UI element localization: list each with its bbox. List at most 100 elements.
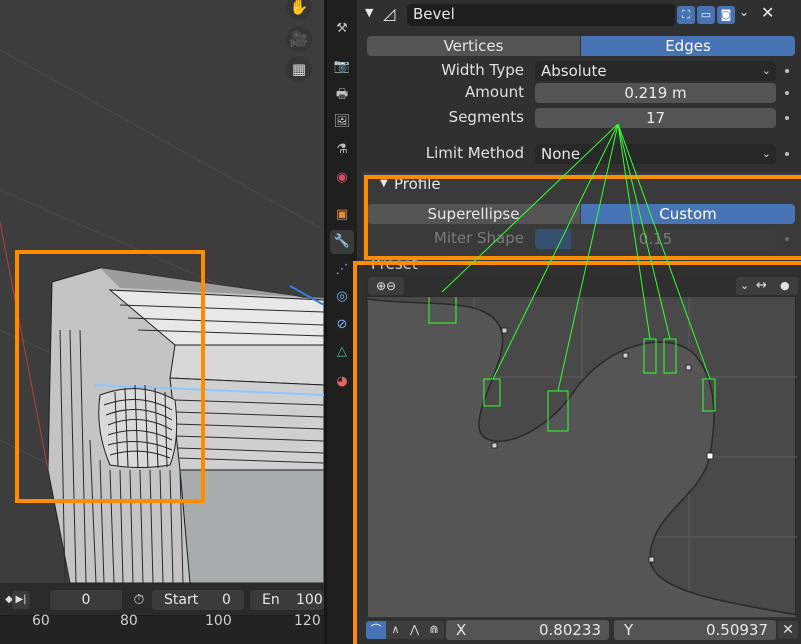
- render-tab-icon[interactable]: 📷: [330, 55, 354, 79]
- current-frame-field[interactable]: 0: [50, 590, 122, 610]
- x-value: 0.80233: [538, 621, 601, 639]
- limit-method-dropdown[interactable]: None ⌄: [535, 144, 776, 164]
- view-layer-tab-icon[interactable]: 🖼: [330, 110, 354, 134]
- miter-shape-fill: [535, 229, 572, 249]
- modifier-tab-icon[interactable]: 🔧: [330, 230, 354, 254]
- delete-point-icon[interactable]: ✕: [778, 621, 798, 639]
- preset-label[interactable]: Preset: [371, 255, 418, 273]
- width-type-label: Width Type: [441, 61, 524, 79]
- particles-tab-icon[interactable]: ⋰: [330, 258, 354, 282]
- jump-end-icon[interactable]: ▶|: [12, 591, 30, 609]
- object-tab-icon[interactable]: ▣: [330, 203, 354, 227]
- collapse-arrow-icon[interactable]: ▼: [365, 6, 373, 19]
- frame-number: 60: [32, 613, 50, 629]
- animate-property-icon[interactable]: [785, 91, 789, 95]
- start-label: Start: [164, 592, 199, 608]
- custom-button[interactable]: Custom: [581, 204, 795, 224]
- start-value: 0: [222, 592, 231, 608]
- curve-toolbar: ⊕⊖ ⌄ ↔ ●: [366, 275, 798, 297]
- chevron-down-icon[interactable]: ⌄: [739, 5, 749, 19]
- viewport-scene: [0, 49, 324, 583]
- control-point: [648, 556, 655, 563]
- zoom-out-icon[interactable]: ⊖: [386, 279, 396, 293]
- edit-mode-icon[interactable]: ⛶: [677, 6, 695, 24]
- animate-property-icon[interactable]: [785, 69, 789, 73]
- start-frame-field[interactable]: Start 0: [152, 590, 244, 610]
- control-point: [622, 352, 629, 359]
- modifier-name-field[interactable]: Bevel: [407, 4, 675, 26]
- frame-number: 80: [120, 613, 138, 629]
- frame-number: 120: [294, 613, 321, 629]
- animate-property-icon[interactable]: [785, 116, 789, 120]
- chevron-down-icon: ⌄: [761, 147, 771, 160]
- modifier-name: Bevel: [413, 5, 455, 23]
- end-frame-field[interactable]: En 100: [250, 590, 324, 610]
- miter-shape-value: 0.15: [638, 230, 673, 248]
- modifier-header: ▼ ◿ Bevel ⛶ ▭ ◙ ⌄ ✕: [361, 3, 797, 29]
- clip-toggle-icon[interactable]: ↔: [756, 277, 767, 295]
- zoom-buttons: ⊕⊖: [368, 277, 404, 295]
- limit-method-value: None: [541, 145, 581, 163]
- camera-icon[interactable]: 🎥: [286, 26, 312, 52]
- aligned-handle-icon[interactable]: ⋒: [424, 621, 444, 639]
- scene-tab-icon[interactable]: ⚗: [330, 138, 354, 162]
- segments-label: Segments: [448, 108, 524, 126]
- render-camera-icon[interactable]: ◙: [717, 6, 735, 24]
- material-tab-icon[interactable]: ◕: [330, 370, 354, 394]
- chevron-down-icon[interactable]: ⌄: [740, 277, 749, 295]
- control-point: [491, 442, 498, 449]
- frame-number: 100: [205, 613, 232, 629]
- data-tab-icon[interactable]: △: [330, 340, 354, 364]
- playback-controls: ◆ ▶| 0 ⏱ Start 0 En 100: [0, 583, 324, 616]
- miter-shape-label: Miter Shape: [433, 229, 524, 247]
- animate-property-icon[interactable]: [785, 237, 789, 241]
- output-tab-icon[interactable]: 🖶: [330, 83, 354, 107]
- selected-control-point: [706, 452, 714, 460]
- miter-shape-slider[interactable]: 0.15: [535, 229, 776, 249]
- bevel-modifier-icon: ◿: [383, 4, 396, 23]
- y-value: 0.50937: [705, 621, 768, 639]
- x-coordinate-field[interactable]: X 0.80233: [446, 620, 609, 640]
- timeline: ◆ ▶| 0 ⏱ Start 0 En 100 60 80 100 120: [0, 583, 324, 644]
- curve-options: ⌄ ↔ ●: [736, 277, 798, 295]
- vertices-button[interactable]: Vertices: [367, 36, 580, 56]
- edges-button[interactable]: Edges: [581, 36, 795, 56]
- zoom-in-icon[interactable]: ⊕: [376, 279, 386, 293]
- profile-curve-widget[interactable]: [366, 296, 797, 618]
- control-point: [685, 364, 692, 371]
- profile-section-label[interactable]: Profile: [394, 175, 441, 193]
- constraints-tab-icon[interactable]: ⊘: [330, 313, 354, 337]
- world-tab-icon[interactable]: ◉: [330, 166, 354, 190]
- realtime-display-icon[interactable]: ▭: [697, 6, 715, 24]
- 3d-viewport[interactable]: ✋ 🎥 ▦: [0, 0, 324, 583]
- point-coordinates-row: ⌒ ∧ ⋀ ⋒ X 0.80233 Y 0.50937 ✕: [366, 620, 798, 640]
- stopwatch-icon[interactable]: ⏱: [130, 591, 148, 609]
- vector-handle-icon[interactable]: ∧: [386, 621, 405, 639]
- blender-window: ✋ 🎥 ▦ ◆ ▶| 0 ⏱ Start 0 En 100 60 80 100 …: [0, 0, 801, 644]
- end-value: 100: [296, 592, 323, 608]
- control-point: [501, 327, 508, 334]
- properties-panel: ▼ ◿ Bevel ⛶ ▭ ◙ ⌄ ✕ Vertices Edges Width…: [357, 0, 801, 644]
- properties-tabs: ⚒ 📷 🖶 🖼 ⚗ ◉ ▣ 🔧 ⋰ ◎ ⊘ △ ◕: [327, 0, 357, 644]
- width-type-dropdown[interactable]: Absolute ⌄: [535, 61, 776, 81]
- grid-icon[interactable]: ▦: [286, 56, 312, 82]
- amount-field[interactable]: 0.219 m: [535, 83, 776, 103]
- end-label: En: [262, 592, 280, 608]
- auto-handle-icon[interactable]: ⌒: [366, 621, 386, 639]
- y-coordinate-field[interactable]: Y 0.50937: [614, 620, 776, 640]
- x-label: X: [456, 621, 467, 639]
- amount-label: Amount: [465, 83, 524, 101]
- animate-property-icon[interactable]: [785, 152, 789, 156]
- tool-tab-icon[interactable]: ⚒: [330, 17, 354, 41]
- expand-arrow-icon[interactable]: ▼: [380, 178, 388, 189]
- physics-tab-icon[interactable]: ◎: [330, 285, 354, 309]
- segments-field[interactable]: 17: [535, 108, 776, 128]
- chevron-down-icon: ⌄: [761, 64, 771, 77]
- free-handle-icon[interactable]: ⋀: [405, 621, 424, 639]
- handle-type-buttons: ⌒ ∧ ⋀ ⋒: [366, 621, 444, 639]
- close-icon[interactable]: ✕: [761, 3, 774, 22]
- y-label: Y: [624, 621, 634, 639]
- curve-svg: [367, 297, 797, 618]
- reset-view-icon[interactable]: ●: [780, 277, 790, 295]
- superellipse-button[interactable]: Superellipse: [367, 204, 580, 224]
